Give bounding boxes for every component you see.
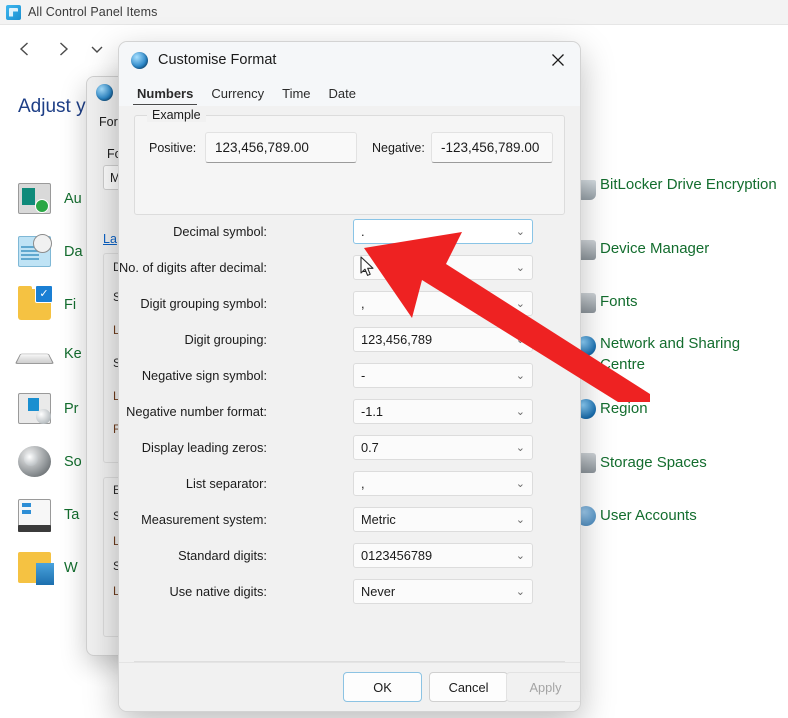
taskbar-icon	[18, 499, 51, 532]
positive-example-value: 123,456,789.00	[205, 132, 357, 163]
cp-item-autoplay[interactable]: Au	[18, 183, 82, 214]
tab-time[interactable]: Time	[274, 84, 318, 106]
label-digits-after-decimal: No. of digits after decimal:	[119, 260, 267, 275]
cp-item-user-accounts[interactable]: User Accounts	[600, 505, 785, 526]
dialog-footer: OK Cancel Apply	[119, 662, 580, 711]
cp-item-label: Pr	[64, 400, 79, 417]
chevron-down-icon[interactable]	[80, 32, 114, 66]
date-and-time-icon	[18, 234, 52, 267]
region-globe-icon	[131, 51, 148, 69]
chevron-down-icon: ⌄	[515, 550, 525, 562]
negative-label: Negative:	[372, 141, 425, 155]
windows-tools-icon	[18, 552, 54, 585]
label-digit-grouping: Digit grouping:	[184, 332, 267, 347]
combo-value: ,	[361, 476, 365, 491]
apply-button: Apply	[506, 672, 580, 702]
cp-item-taskbar[interactable]: Ta	[18, 499, 80, 532]
red-pointer-arrow	[364, 232, 650, 402]
tab-date[interactable]: Date	[321, 84, 364, 106]
example-group: Example Positive: 123,456,789.00 Negativ…	[134, 108, 565, 215]
explorer-titlebar: All Control Panel Items	[0, 0, 788, 24]
label-list-separator: List separator:	[185, 476, 267, 491]
region-globe-icon	[96, 83, 113, 101]
cp-item-label: Au	[64, 190, 82, 207]
tab-currency[interactable]: Currency	[203, 84, 272, 106]
programs-and-features-icon	[18, 393, 51, 424]
cp-item-programs[interactable]: Pr	[18, 393, 79, 424]
combo-negative-number-format[interactable]: -1.1 ⌄	[353, 399, 533, 424]
negative-example-value: -123,456,789.00	[431, 132, 553, 163]
explorer-title: All Control Panel Items	[28, 5, 158, 19]
cp-item-label: Ke	[64, 346, 82, 362]
cp-item-file-explorer-options[interactable]: Fi	[18, 285, 77, 320]
cp-item-label: Fi	[64, 296, 77, 313]
close-icon[interactable]	[536, 42, 580, 78]
cp-item-label: Da	[64, 243, 83, 260]
combo-use-native-digits[interactable]: Never ⌄	[353, 579, 533, 604]
page-title: Adjust y	[18, 96, 86, 117]
cp-item-label: W	[64, 559, 78, 576]
combo-display-leading-zeros[interactable]: 0.7 ⌄	[353, 435, 533, 460]
label-negative-number-format: Negative number format:	[126, 404, 267, 419]
chevron-down-icon: ⌄	[515, 406, 525, 418]
cp-item-date-and-time[interactable]: Da	[18, 234, 83, 267]
dialog-title: Customise Format	[158, 52, 277, 68]
cp-item-bitlocker[interactable]: BitLocker Drive Encryption	[600, 174, 785, 195]
label-decimal-symbol: Decimal symbol:	[173, 224, 267, 239]
screen: All Control Panel Items Adjust y Au Da F…	[0, 0, 788, 718]
cp-item-label: So	[64, 453, 82, 470]
file-explorer-options-icon	[18, 285, 53, 320]
arrow-right-icon[interactable]	[46, 32, 80, 66]
combo-value: Metric	[361, 512, 396, 527]
autoplay-icon	[18, 183, 51, 214]
label-digit-grouping-symbol: Digit grouping symbol:	[140, 296, 267, 311]
combo-standard-digits[interactable]: 0123456789 ⌄	[353, 543, 533, 568]
combo-value: Never	[361, 584, 396, 599]
positive-label: Positive:	[149, 141, 197, 155]
chevron-down-icon: ⌄	[515, 514, 525, 526]
label-use-native-digits: Use native digits:	[169, 584, 267, 599]
chevron-down-icon: ⌄	[515, 586, 525, 598]
cp-item-sound[interactable]: So	[18, 446, 82, 477]
combo-measurement-system[interactable]: Metric ⌄	[353, 507, 533, 532]
tab-strip: Numbers Currency Time Date	[119, 78, 580, 106]
arrow-left-icon[interactable]	[8, 32, 42, 66]
numbers-tab-panel: Example Positive: 123,456,789.00 Negativ…	[119, 106, 580, 711]
tab-numbers[interactable]: Numbers	[129, 84, 201, 106]
keyboard-icon	[14, 353, 55, 364]
ok-button[interactable]: OK	[343, 672, 422, 702]
customise-format-titlebar: Customise Format	[119, 42, 580, 78]
label-negative-sign-symbol: Negative sign symbol:	[141, 368, 267, 383]
control-panel-icon	[6, 4, 21, 20]
combo-value: -1.1	[361, 404, 384, 419]
chevron-down-icon: ⌄	[515, 442, 525, 454]
cp-item-label: Ta	[64, 506, 80, 523]
sound-icon	[18, 446, 51, 477]
cp-item-storage-spaces[interactable]: Storage Spaces	[600, 452, 785, 473]
label-display-leading-zeros: Display leading zeros:	[141, 440, 267, 455]
label-measurement-system: Measurement system:	[141, 512, 267, 527]
cp-item-keyboard[interactable]: Ke	[14, 342, 82, 366]
label-standard-digits: Standard digits:	[178, 548, 267, 563]
region-language-preferences-link[interactable]: La	[103, 232, 117, 246]
combo-value: 0123456789	[361, 548, 433, 563]
example-group-legend: Example	[147, 108, 206, 122]
cancel-button[interactable]: Cancel	[429, 672, 508, 702]
chevron-down-icon: ⌄	[515, 478, 525, 490]
combo-value: 0.7	[361, 440, 379, 455]
combo-list-separator[interactable]: , ⌄	[353, 471, 533, 496]
cp-item-windows-tools[interactable]: W	[18, 552, 78, 585]
